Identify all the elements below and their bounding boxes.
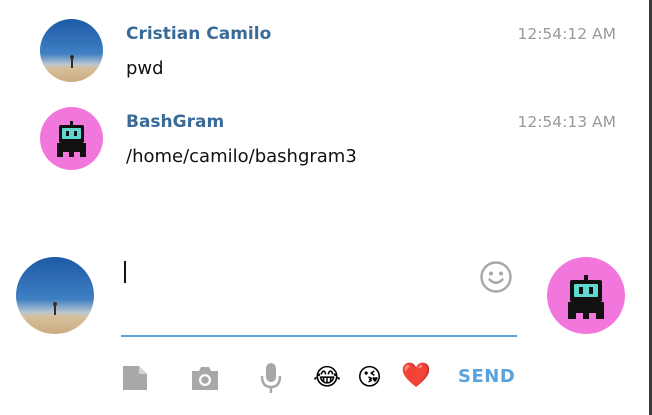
quick-emoji-laughing[interactable]: 😂 [313, 362, 341, 392]
robot-icon [57, 121, 86, 157]
microphone-icon[interactable] [258, 361, 284, 399]
current-user-avatar[interactable] [16, 257, 94, 334]
bot-avatar[interactable] [40, 107, 103, 170]
smiley-face-icon[interactable] [479, 260, 513, 294]
message-timestamp: 12:54:12 AM [517, 25, 616, 43]
document-icon[interactable] [121, 364, 149, 396]
bot-avatar[interactable] [547, 257, 625, 334]
text-cursor [124, 261, 126, 283]
message-sender[interactable]: BashGram [126, 112, 224, 132]
avatar[interactable] [40, 19, 103, 82]
camera-icon[interactable] [189, 364, 221, 396]
message-text: /home/camilo/bashgram3 [126, 146, 357, 167]
send-button[interactable]: SEND [458, 366, 515, 387]
message-sender[interactable]: Cristian Camilo [126, 24, 271, 44]
quick-emoji-kiss[interactable]: 😘 [357, 362, 382, 392]
message-timestamp: 12:54:13 AM [517, 113, 616, 131]
robot-icon [568, 275, 604, 319]
message-input-area[interactable] [121, 258, 517, 337]
quick-emoji-heart[interactable]: ❤️ [401, 360, 431, 390]
message-input[interactable] [121, 260, 475, 288]
message-text: pwd [126, 58, 164, 79]
